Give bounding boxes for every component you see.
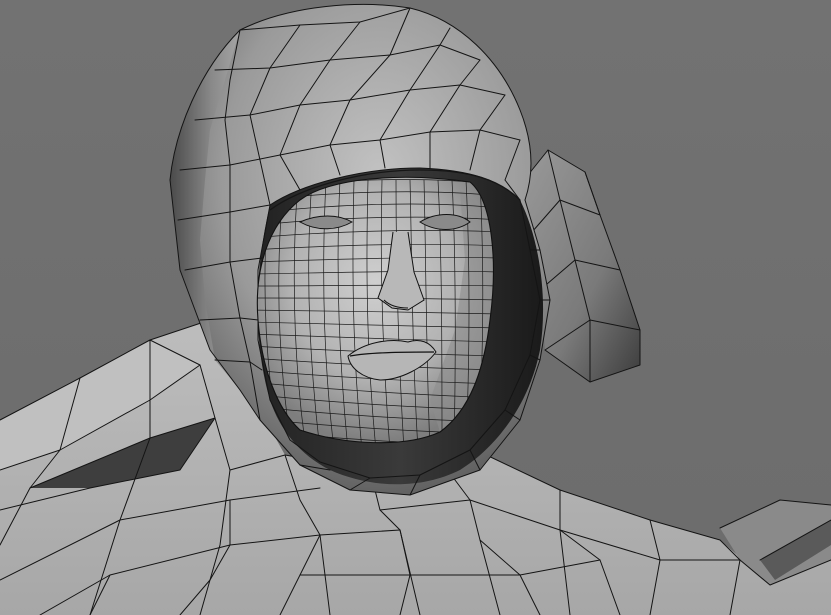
3d-viewport[interactable]: [0, 0, 831, 615]
scene-render: [0, 0, 831, 615]
